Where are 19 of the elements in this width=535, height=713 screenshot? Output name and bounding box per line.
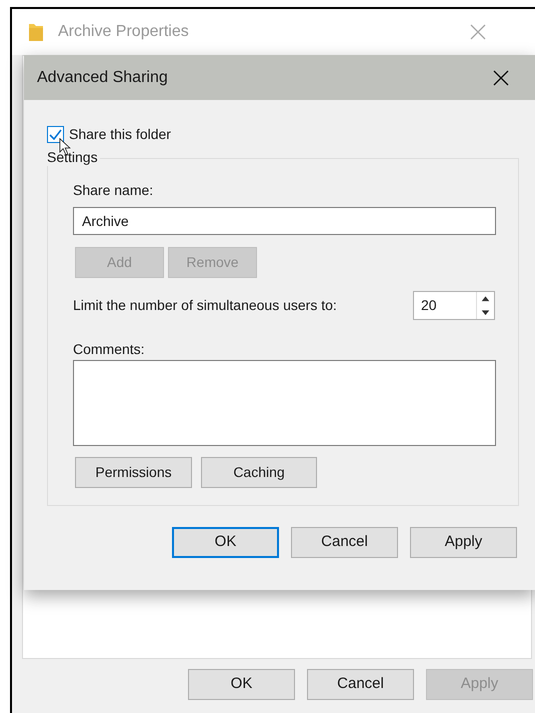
window-title: Archive Properties xyxy=(58,22,189,42)
dialog-button[interactable]: Caching xyxy=(201,457,317,488)
field-label: Limit the number of simultaneous users to: xyxy=(73,296,338,315)
dialog-button[interactable]: Cancel xyxy=(291,527,398,558)
checkbox-label[interactable]: Share this folder xyxy=(69,124,171,145)
folder-icon xyxy=(28,22,44,42)
dialog-button[interactable]: OK xyxy=(188,669,295,700)
users-spinner[interactable]: 20 xyxy=(413,291,495,320)
checkbox[interactable] xyxy=(47,126,64,143)
field-label: Share name: xyxy=(73,181,154,199)
close-icon[interactable] xyxy=(492,70,509,86)
field-label: Comments: xyxy=(73,340,146,358)
dialog-button[interactable]: Apply xyxy=(410,527,517,558)
comments-field[interactable] xyxy=(73,360,496,446)
dialog-button[interactable]: OK xyxy=(172,527,279,558)
dialog-button[interactable]: Permissions xyxy=(75,457,192,488)
dialog-button[interactable]: Cancel xyxy=(307,669,414,700)
share-name-field[interactable]: Archive xyxy=(73,207,496,235)
dialog-title: Advanced Sharing xyxy=(37,68,168,88)
